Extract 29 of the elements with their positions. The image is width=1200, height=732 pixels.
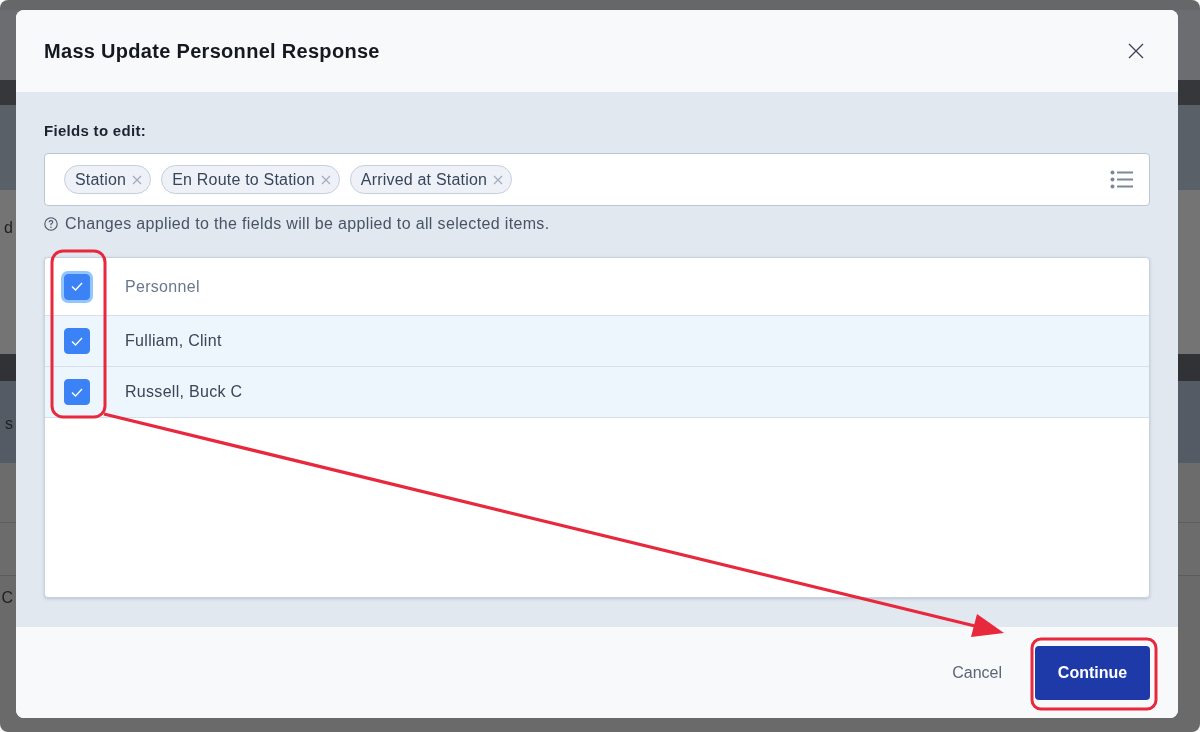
- page-text-fragment: d: [3, 219, 13, 237]
- remove-icon[interactable]: [132, 174, 143, 185]
- tag-label: Arrived at Station: [360, 170, 488, 189]
- tag-label: Station: [75, 170, 127, 189]
- personnel-name: Fulliam, Clint: [125, 332, 222, 350]
- check-icon: [71, 282, 83, 291]
- check-icon: [71, 336, 83, 346]
- column-header: Personnel: [125, 277, 200, 296]
- check-icon: [71, 387, 83, 397]
- continue-button[interactable]: Continue: [1035, 645, 1150, 700]
- dialog-title: Mass Update Personnel Response: [44, 39, 380, 63]
- table-row[interactable]: Fulliam, Clint: [45, 316, 1149, 367]
- field-label: Fields to edit:: [44, 121, 146, 141]
- select-all-checkbox[interactable]: [64, 273, 90, 300]
- help-icon: [44, 217, 58, 231]
- page-text-fragment: C: [0, 589, 13, 607]
- page-text-fragment: s: [4, 415, 13, 433]
- help-text: Changes applied to the fields will be applied to all selected items.: [65, 215, 550, 233]
- tag-label: En Route to Station: [172, 170, 315, 189]
- personnel-name: Russell, Buck C: [125, 383, 243, 401]
- table-row[interactable]: Russell, Buck C: [45, 367, 1149, 418]
- row-checkbox[interactable]: [64, 328, 90, 354]
- cancel-button[interactable]: Cancel: [952, 663, 1002, 682]
- remove-icon[interactable]: [320, 174, 331, 185]
- fields-input[interactable]: Station En Route to Station Arrived at Station: [44, 153, 1150, 206]
- close-icon[interactable]: [1128, 43, 1144, 59]
- remove-icon[interactable]: [493, 174, 504, 185]
- list-icon[interactable]: [1110, 170, 1133, 189]
- row-checkbox[interactable]: [64, 379, 90, 405]
